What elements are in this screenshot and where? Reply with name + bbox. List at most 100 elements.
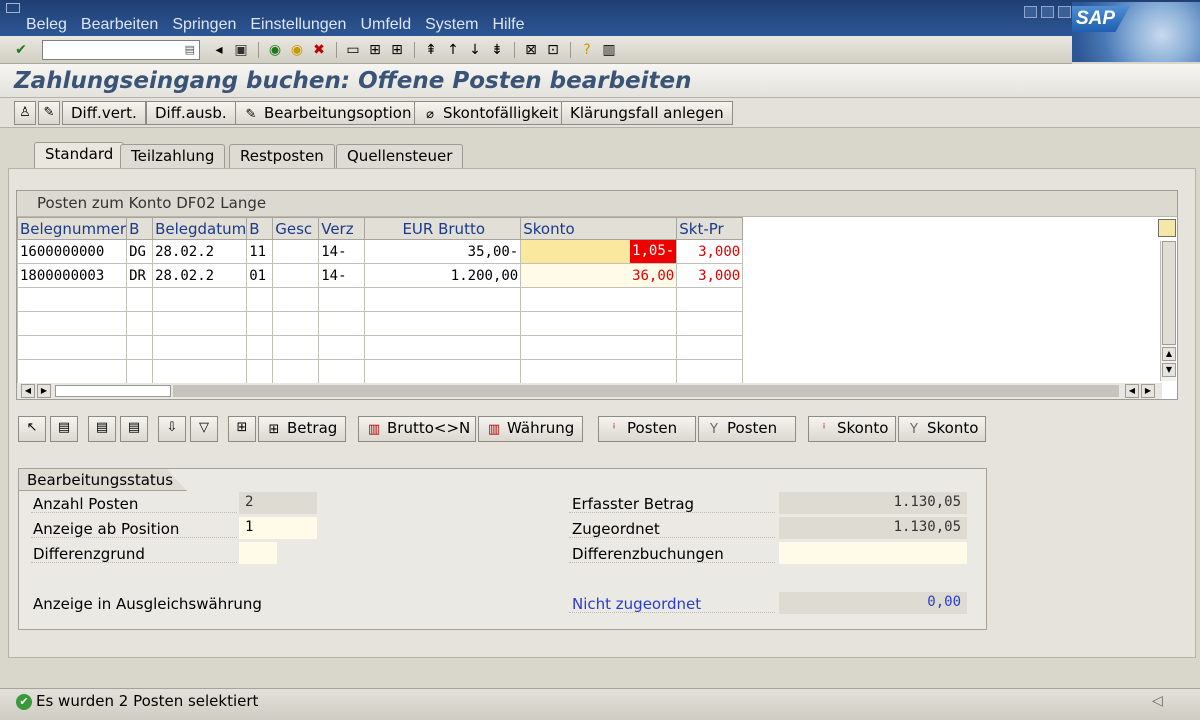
horizontal-scrollbar[interactable]: ◀ ▶ ◀ ▶ <box>17 383 1162 399</box>
col-header-skonto[interactable]: Skonto <box>520 217 678 240</box>
cell-eur-brutto[interactable]: 1.200,00 <box>364 263 522 288</box>
cell-belegdatum[interactable]: 28.02.2 <box>152 263 248 288</box>
brutto-netto-button[interactable]: ▥ Brutto<>N <box>358 416 476 442</box>
deactivate-items-icon[interactable]: ▤ <box>120 416 148 442</box>
col-header-b1[interactable]: B <box>126 217 154 240</box>
cell-belegnummer[interactable]: 1800000003 <box>16 263 128 288</box>
bearbeitungsoption-button[interactable]: ✎ Bearbeitungsoption <box>235 101 421 125</box>
back-small-icon[interactable]: ◂ <box>210 41 228 59</box>
menu-hilfe[interactable]: Hilfe <box>492 16 524 34</box>
sort-icon[interactable]: ⇩ <box>158 416 186 442</box>
last-page-icon[interactable]: ⇟ <box>488 41 506 59</box>
anzeige-ab-position-input[interactable]: 1 <box>239 517 317 539</box>
skonto-activate-button[interactable]: ⁱ Skonto <box>808 416 896 442</box>
find-icon[interactable]: ⊞ <box>366 41 384 59</box>
cell-skonto[interactable]: 36,00 <box>520 263 678 288</box>
close-icon[interactable] <box>1058 6 1071 18</box>
menu-beleg[interactable]: Beleg <box>26 16 67 34</box>
back-icon[interactable]: ◉ <box>266 41 284 59</box>
col-header-verz[interactable]: Verz <box>318 217 366 240</box>
table-row[interactable]: 1800000003 DR 28.02.2 01 14- 1.200,00 36… <box>16 263 744 288</box>
cell-belegdatum[interactable]: 28.02.2 <box>152 239 248 264</box>
col-header-b2[interactable]: B <box>246 217 274 240</box>
cell-gesc[interactable] <box>272 263 320 288</box>
maximize-icon[interactable] <box>1041 6 1054 18</box>
first-page-icon[interactable]: ⇞ <box>422 41 440 59</box>
cell-skt-pr[interactable]: 3,000 <box>676 239 744 264</box>
filter-icon[interactable]: ▽ <box>190 416 218 442</box>
anzeige-ausgleichswaehrung-label[interactable]: Anzeige in Ausgleichswährung <box>33 595 262 613</box>
command-field[interactable]: ▤ <box>42 40 200 60</box>
horizontal-scroll-thumb[interactable] <box>55 385 171 397</box>
cell-eur-brutto[interactable]: 35,00- <box>364 239 522 264</box>
cell-bschl[interactable]: 11 <box>246 239 274 264</box>
tab-restposten[interactable]: Restposten <box>229 144 335 168</box>
menu-bearbeiten[interactable]: Bearbeiten <box>81 16 158 34</box>
differenzgrund-input[interactable] <box>239 542 277 564</box>
new-session-icon[interactable]: ⊠ <box>522 41 540 59</box>
scroll-up-icon[interactable]: ▲ <box>1162 347 1176 361</box>
status-message[interactable]: Es wurden 2 Posten selektiert <box>36 692 258 710</box>
find-next-icon[interactable]: ⊞ <box>388 41 406 59</box>
waehrung-button[interactable]: ▥ Währung <box>478 416 584 442</box>
menu-springen[interactable]: Springen <box>172 16 236 34</box>
vertical-scroll-thumb[interactable] <box>1162 241 1176 345</box>
tab-quellensteuer[interactable]: Quellensteuer <box>336 144 464 168</box>
print-icon[interactable]: ▭ <box>344 41 362 59</box>
differenzbuchungen-input[interactable] <box>779 542 967 564</box>
help-icon[interactable]: ? <box>578 41 596 59</box>
vertical-scrollbar[interactable]: ▲ ▼ <box>1160 241 1176 381</box>
cell-gesc[interactable] <box>272 239 320 264</box>
posten-activate-button[interactable]: ⁱ Posten <box>598 416 696 442</box>
cell-verz[interactable]: 14- <box>318 239 366 264</box>
col-header-gesc[interactable]: Gesc <box>272 217 320 240</box>
exit-icon[interactable]: ◉ <box>288 41 306 59</box>
edit-note-icon[interactable]: ✎ <box>38 101 60 125</box>
save-icon[interactable]: ▣ <box>232 41 250 59</box>
diff-vert-button[interactable]: Diff.vert. <box>62 101 146 125</box>
next-page-icon[interactable]: ↓ <box>466 41 484 59</box>
tab-standard[interactable]: Standard <box>34 142 125 170</box>
menu-system[interactable]: System <box>425 16 478 34</box>
cell-skonto[interactable]: 1,05- <box>520 239 678 264</box>
skonto-deactivate-button[interactable]: Y Skonto <box>898 416 986 442</box>
col-header-belegnummer[interactable]: Belegnummer <box>16 217 128 240</box>
minimize-icon[interactable] <box>1024 6 1037 18</box>
cell-bschl[interactable]: 01 <box>246 263 274 288</box>
shortcut-icon[interactable]: ⊡ <box>544 41 562 59</box>
scroll-right-icon[interactable]: ▶ <box>37 384 51 398</box>
scroll-right-end-icon[interactable]: ▶ <box>1141 384 1155 398</box>
enter-icon[interactable]: ✔ <box>12 41 30 59</box>
table-layout-icon[interactable] <box>1158 219 1176 237</box>
cell-verz[interactable]: 14- <box>318 263 366 288</box>
command-dropdown-icon[interactable]: ▤ <box>185 43 195 56</box>
search-icon[interactable]: ⊞ <box>228 416 256 442</box>
activate-items-icon[interactable]: ▤ <box>88 416 116 442</box>
col-header-eur-brutto[interactable]: EUR Brutto <box>364 217 522 240</box>
cancel-icon[interactable]: ✖ <box>310 41 328 59</box>
betrag-button[interactable]: ⊞ Betrag <box>258 416 347 442</box>
skontofaelligkeit-button[interactable]: ⌀ Skontofälligkeit <box>414 101 568 125</box>
cell-skt-pr[interactable]: 3,000 <box>676 263 744 288</box>
scroll-left-icon[interactable]: ◀ <box>21 384 35 398</box>
skonto-value-highlight[interactable]: 1,05- <box>630 240 676 263</box>
col-header-belegdatum[interactable]: Belegdatum <box>152 217 248 240</box>
tab-teilzahlung[interactable]: Teilzahlung <box>120 144 226 168</box>
cell-belegart[interactable]: DR <box>126 263 154 288</box>
menu-umfeld[interactable]: Umfeld <box>360 16 411 34</box>
diff-ausb-button[interactable]: Diff.ausb. <box>146 101 236 125</box>
prev-page-icon[interactable]: ↑ <box>444 41 462 59</box>
select-block-icon[interactable]: ▤ <box>50 416 78 442</box>
select-all-icon[interactable]: ↖ <box>18 416 46 442</box>
klaerungsfall-anlegen-button[interactable]: Klärungsfall anlegen <box>561 101 733 125</box>
scroll-left-end-icon[interactable]: ◀ <box>1125 384 1139 398</box>
col-header-skt-pr[interactable]: Skt-Pr <box>676 217 744 240</box>
menu-einstellungen[interactable]: Einstellungen <box>250 16 346 34</box>
layout-menu-icon[interactable]: ▥ <box>600 41 618 59</box>
posten-deactivate-button[interactable]: Y Posten <box>698 416 796 442</box>
scroll-down-icon[interactable]: ▼ <box>1162 363 1176 377</box>
table-row[interactable]: 1600000000 DG 28.02.2 11 14- 35,00- 1,05… <box>16 239 744 264</box>
cell-belegnummer[interactable]: 1600000000 <box>16 239 128 264</box>
system-menu-icon[interactable] <box>6 3 20 13</box>
status-expand-icon[interactable]: ◁ <box>1152 693 1163 709</box>
